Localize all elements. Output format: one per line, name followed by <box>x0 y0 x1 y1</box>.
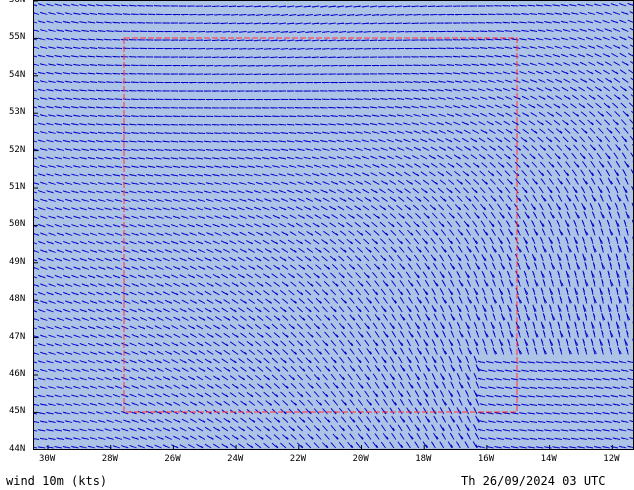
wind-barbs <box>33 2 634 450</box>
wind-barb-paths <box>33 2 634 450</box>
lat-tick-label: 53N <box>9 107 26 118</box>
lat-tick-label: 49N <box>9 256 26 267</box>
lon-tick-label: 12W <box>603 454 620 464</box>
wind-barb-field <box>33 0 634 450</box>
lon-tick-label: 22W <box>289 454 307 464</box>
lat-tick-label: 48N <box>9 294 26 305</box>
lon-tick-label: 30W <box>39 454 56 464</box>
valid-time-label: Th 26/09/2024 03 UTC <box>461 474 606 488</box>
lat-tick-label: 51N <box>9 182 26 192</box>
lon-tick-label: 14W <box>540 454 557 464</box>
lon-tick-label: 24W <box>227 454 244 464</box>
lat-tick-label: 47N <box>9 331 26 342</box>
lon-tick-label: 16W <box>477 454 495 464</box>
lat-tick-label: 56N <box>9 0 26 5</box>
variable-label: wind 10m (kts) <box>6 474 108 488</box>
lat-tick-label: 52N <box>9 144 26 155</box>
lon-tick-label: 20W <box>352 454 369 464</box>
lon-tick-label: 28W <box>101 454 118 464</box>
lon-tick-label: 18W <box>415 454 432 464</box>
lat-tick-label: 55N <box>9 32 26 43</box>
inner-domain-box <box>123 37 518 413</box>
lat-tick-label: 54N <box>9 69 26 80</box>
lat-tick-label: 45N <box>9 406 26 417</box>
lat-tick-label: 44N <box>9 443 26 454</box>
lat-tick-label: 46N <box>9 369 26 379</box>
lat-tick-label: 50N <box>9 219 26 230</box>
lon-tick-label: 26W <box>164 454 181 464</box>
wind-map <box>33 0 634 450</box>
